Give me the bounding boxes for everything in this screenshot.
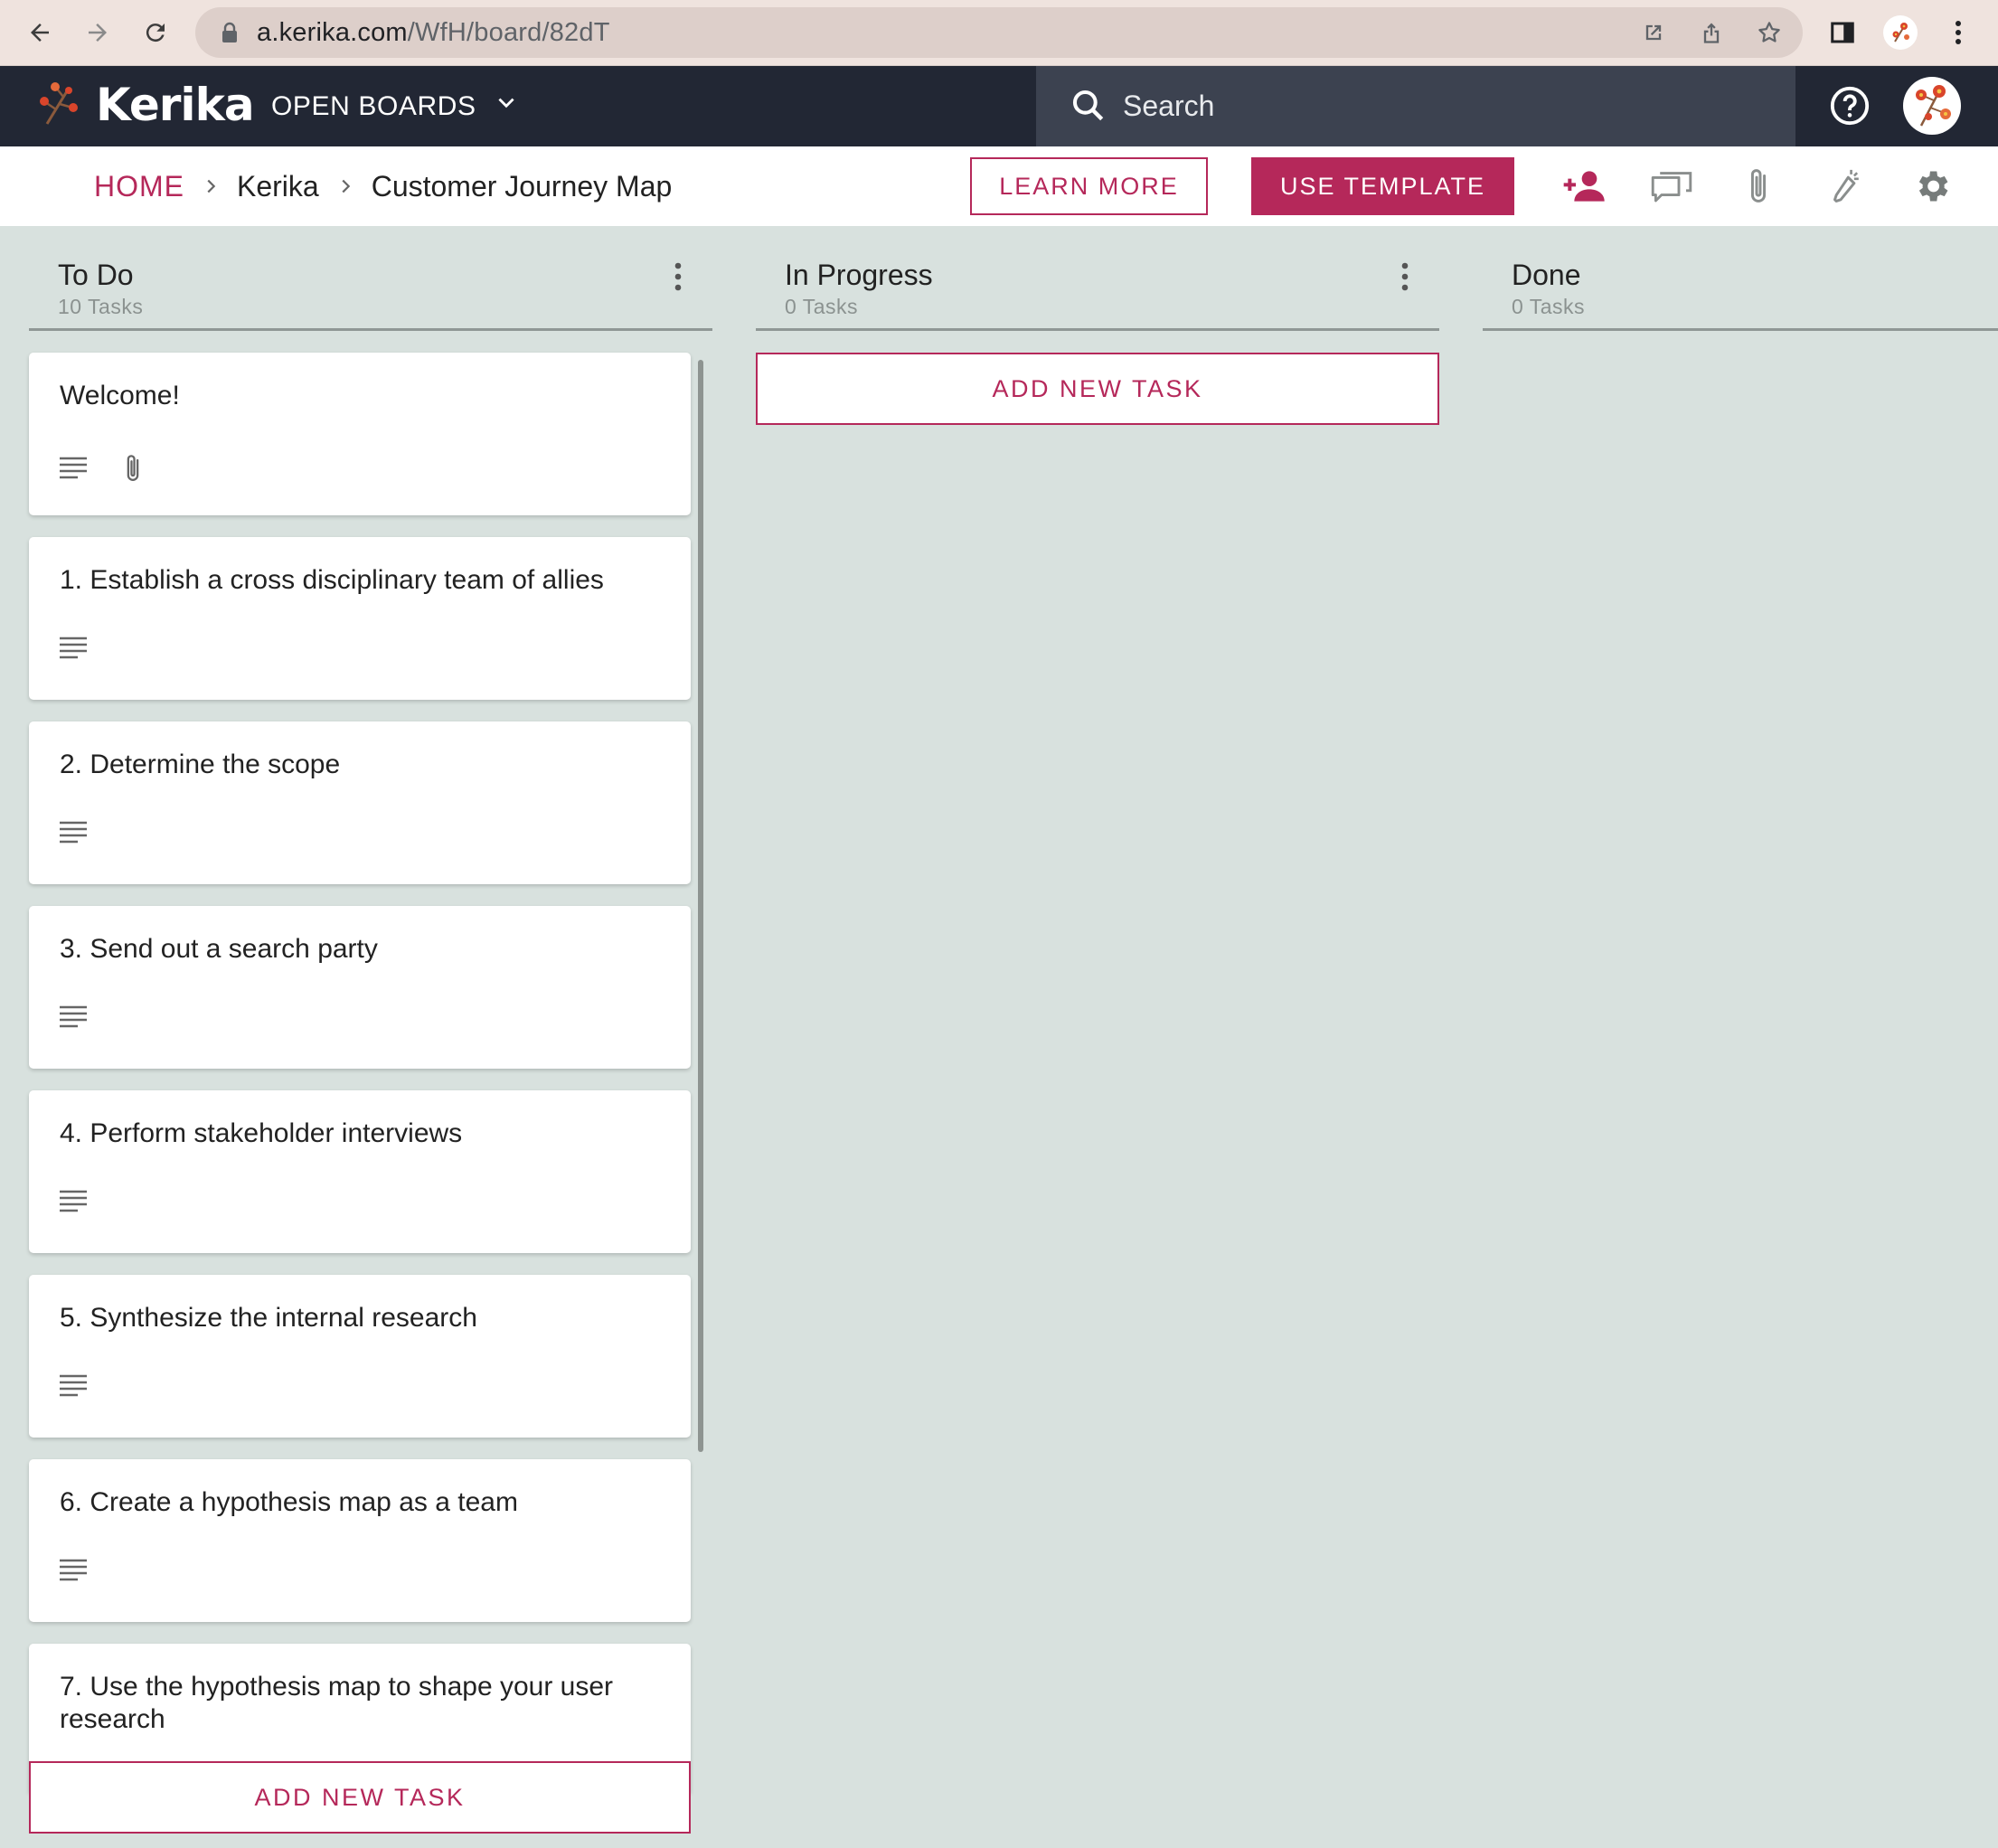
task-card-title: 5. Synthesize the internal research — [60, 1303, 477, 1333]
task-card[interactable]: 1. Establish a cross disciplinary team o… — [29, 537, 691, 700]
column-header-todo: To Do 10 Tasks — [29, 226, 712, 331]
use-template-button[interactable]: USE TEMPLATE — [1251, 157, 1514, 215]
column-header-in-progress: In Progress 0 Tasks — [756, 226, 1439, 331]
side-panel-icon[interactable] — [1823, 13, 1862, 52]
column-task-count: 10 Tasks — [58, 295, 144, 318]
task-card[interactable]: 3. Send out a search party — [29, 906, 691, 1069]
task-card-title: 6. Create a hypothesis map as a team — [60, 1487, 518, 1517]
search-placeholder: Search — [1123, 90, 1215, 122]
column-title: Done — [1512, 259, 1581, 291]
breadcrumb-board: Customer Journey Map — [371, 169, 673, 203]
add-new-task-button[interactable]: ADD NEW TASK — [29, 1761, 691, 1834]
column-task-count: 0 Tasks — [785, 295, 859, 318]
chat-icon[interactable] — [1645, 159, 1699, 213]
breadcrumb: HOME Kerika Customer Journey Map — [94, 146, 672, 226]
task-card[interactable]: 5. Synthesize the internal research — [29, 1275, 691, 1438]
forward-icon[interactable] — [74, 9, 121, 56]
avatar[interactable] — [1903, 77, 1961, 135]
column-menu-icon[interactable] — [1396, 259, 1414, 295]
task-card-title: 4. Perform stakeholder interviews — [60, 1118, 463, 1148]
breadcrumb-org[interactable]: Kerika — [237, 170, 319, 203]
task-card[interactable]: 4. Perform stakeholder interviews — [29, 1090, 691, 1253]
task-card-title: 3. Send out a search party — [60, 934, 378, 964]
column-menu-icon[interactable] — [669, 259, 687, 295]
app-header: Kerika OPEN BOARDS Search — [0, 66, 1998, 146]
bookmark-star-icon[interactable] — [1753, 16, 1786, 49]
column-task-count: 0 Tasks — [1512, 295, 1586, 318]
open-boards-label: OPEN BOARDS — [271, 90, 476, 121]
chevron-right-icon — [335, 176, 355, 196]
description-icon — [60, 1190, 87, 1218]
attachment-icon[interactable] — [1731, 159, 1786, 213]
address-bar[interactable]: a.kerika.com/WfH/board/82dT — [195, 7, 1803, 58]
description-icon — [60, 457, 87, 485]
url-text[interactable]: a.kerika.com/WfH/board/82dT — [257, 7, 610, 58]
add-new-task-button[interactable]: ADD NEW TASK — [756, 353, 1439, 425]
open-boards-menu[interactable]: OPEN BOARDS — [271, 66, 518, 146]
kerika-logo-icon[interactable] — [36, 79, 81, 129]
chevron-down-icon — [495, 91, 518, 122]
board-canvas: To Do 10 Tasks Welcome! 1. Establish a c… — [0, 226, 1998, 1848]
back-icon[interactable] — [16, 9, 63, 56]
task-card-title: 2. Determine the scope — [60, 750, 341, 779]
description-icon — [60, 821, 87, 849]
description-icon — [60, 1374, 87, 1402]
search-icon — [1069, 86, 1108, 126]
highlight-tool-icon[interactable] — [1818, 159, 1872, 213]
description-icon — [60, 1005, 87, 1033]
column-title: In Progress — [785, 259, 933, 291]
reload-icon[interactable] — [132, 9, 179, 56]
profile-icon[interactable] — [1880, 13, 1920, 52]
description-icon — [60, 636, 87, 665]
column-header-done: Done 0 Tasks — [1483, 226, 1998, 331]
column-scrollbar[interactable] — [698, 360, 703, 1452]
column-title: To Do — [58, 259, 134, 291]
settings-gear-icon[interactable] — [1905, 159, 1959, 213]
attachment-icon — [121, 452, 145, 489]
task-card-title: 1. Establish a cross disciplinary team o… — [60, 565, 604, 595]
app-logo-text[interactable]: Kerika — [96, 73, 255, 137]
task-card[interactable]: 6. Create a hypothesis map as a team — [29, 1459, 691, 1622]
task-card[interactable]: Welcome! — [29, 353, 691, 515]
share-icon[interactable] — [1695, 16, 1728, 49]
chevron-right-icon — [201, 176, 221, 196]
learn-more-button[interactable]: LEARN MORE — [970, 157, 1208, 215]
task-card-title: 7. Use the hypothesis map to shape your … — [60, 1672, 614, 1734]
task-card-title: Welcome! — [60, 381, 180, 410]
open-external-icon[interactable] — [1637, 16, 1670, 49]
description-icon — [60, 1559, 87, 1587]
browser-toolbar: a.kerika.com/WfH/board/82dT — [0, 0, 1998, 66]
board-toolbar: HOME Kerika Customer Journey Map LEARN M… — [0, 146, 1998, 226]
browser-menu-icon[interactable] — [1938, 13, 1978, 52]
help-icon[interactable] — [1823, 79, 1877, 133]
breadcrumb-home[interactable]: HOME — [94, 170, 184, 203]
add-person-icon[interactable] — [1558, 159, 1612, 213]
search-input[interactable]: Search — [1036, 66, 1795, 146]
lock-icon[interactable] — [213, 16, 246, 49]
task-card[interactable]: 2. Determine the scope — [29, 721, 691, 884]
